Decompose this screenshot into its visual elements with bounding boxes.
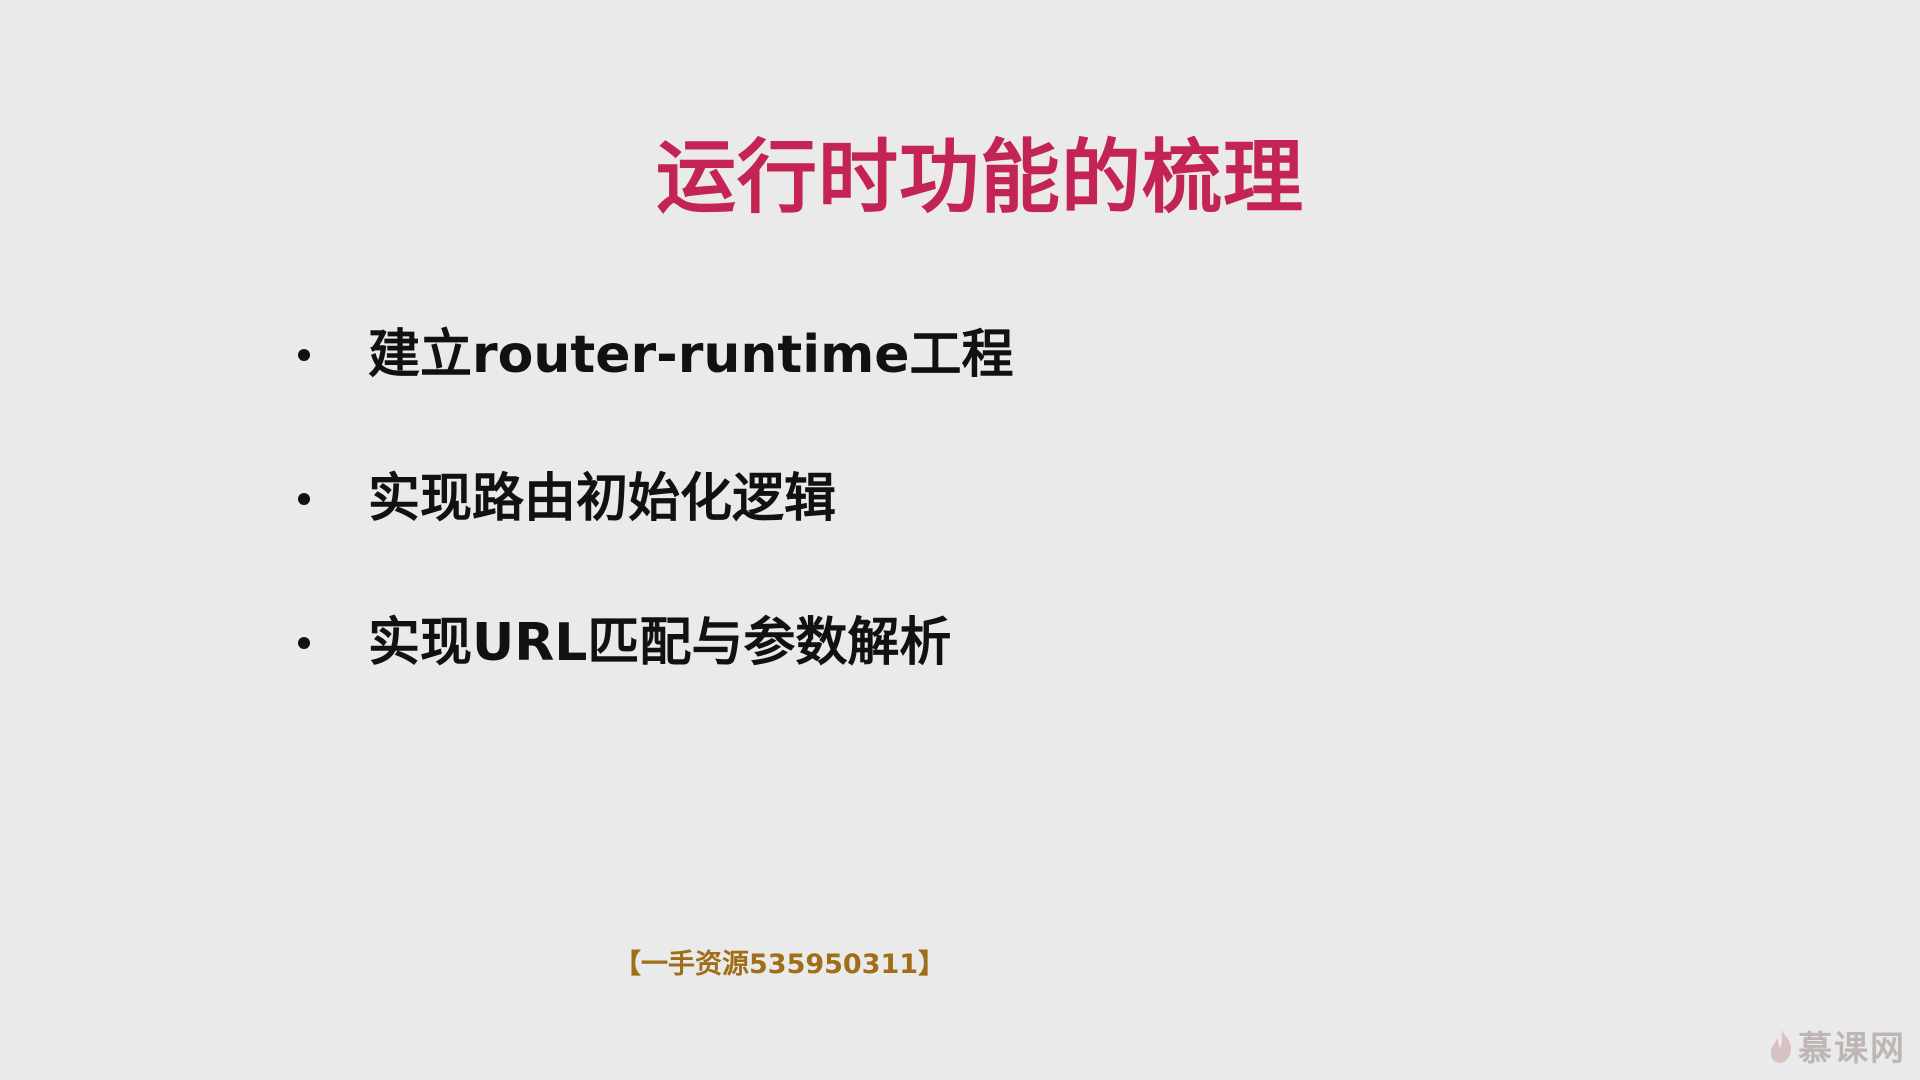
list-item: 实现URL匹配与参数解析 (298, 603, 1014, 747)
brand-logo: 慕课网 (1768, 1021, 1906, 1070)
flame-icon (1768, 1028, 1794, 1064)
bullet-dot-icon (298, 493, 310, 505)
bullet-text: 实现URL匹配与参数解析 (368, 613, 952, 673)
slide-canvas: 运行时功能的梳理 建立router-runtime工程 实现路由初始化逻辑 实现… (0, 0, 1920, 1080)
watermark-text: 【一手资源535950311】 (614, 949, 946, 980)
list-item: 实现路由初始化逻辑 (298, 459, 1014, 603)
list-item: 建立router-runtime工程 (298, 315, 1014, 459)
bullet-dot-icon (298, 637, 310, 649)
bullet-text: 实现路由初始化逻辑 (368, 469, 837, 529)
bullet-dot-icon (298, 349, 310, 361)
logo-text: 慕课网 (1798, 1029, 1906, 1069)
slide-title: 运行时功能的梳理 (656, 131, 1304, 224)
bullet-text: 建立router-runtime工程 (368, 325, 1014, 385)
bullet-list: 建立router-runtime工程 实现路由初始化逻辑 实现URL匹配与参数解… (298, 315, 1014, 747)
